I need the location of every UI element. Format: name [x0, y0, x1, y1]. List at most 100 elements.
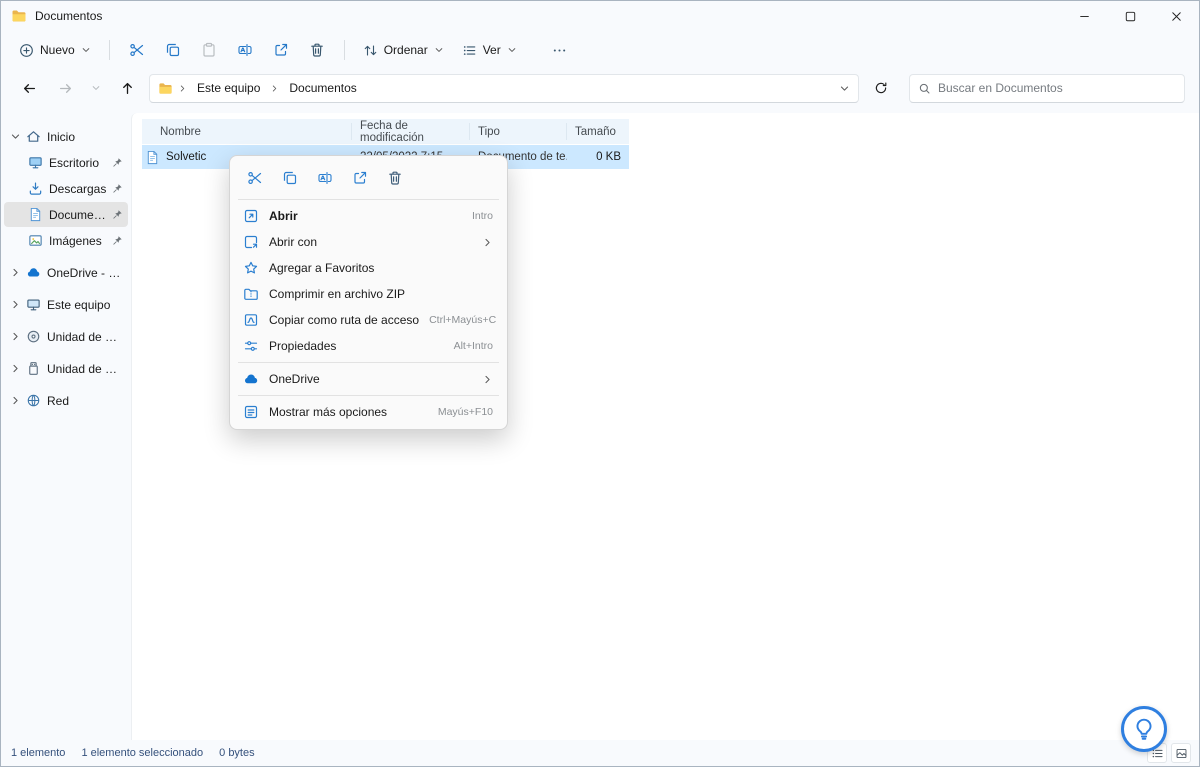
location-icon: [158, 81, 173, 96]
menu-item-label: Abrir: [269, 209, 298, 223]
maximize-button[interactable]: [1107, 1, 1153, 31]
breadcrumb-documentos[interactable]: Documentos: [284, 78, 361, 98]
chevron-right-icon[interactable]: [10, 299, 21, 310]
copy-button[interactable]: [275, 164, 305, 192]
menu-item-mostrar-mas-opciones[interactable]: Mostrar más opciones Mayús+F10: [234, 399, 503, 425]
menu-item-agregar-favoritos[interactable]: Agregar a Favoritos: [234, 255, 503, 281]
chevron-right-icon[interactable]: [10, 267, 21, 278]
cut-icon: [247, 170, 263, 186]
menu-item-label: Comprimir en archivo ZIP: [269, 287, 406, 301]
more-options-icon: [243, 404, 259, 420]
context-menu: Abrir Intro Abrir con Agregar a Favorito…: [229, 155, 508, 430]
forward-button[interactable]: [51, 74, 79, 102]
menu-item-propiedades[interactable]: Propiedades Alt+Intro: [234, 333, 503, 359]
plus-icon: [19, 43, 34, 58]
trash-icon: [309, 42, 325, 58]
chevron-right-icon[interactable]: [10, 331, 21, 342]
text-document-icon: [145, 150, 160, 165]
address-bar[interactable]: Este equipo Documentos: [149, 73, 859, 103]
cut-button[interactable]: [120, 36, 154, 64]
menu-divider: [238, 199, 499, 200]
chevron-down-icon: [507, 45, 517, 55]
sidebar-item-dvd[interactable]: Unidad de DVD (D:): [4, 324, 128, 349]
submenu-chevron-icon: [482, 374, 493, 385]
item-count: 1 elemento: [11, 747, 66, 759]
view-icon: [462, 43, 477, 58]
sidebar-item-label: OneDrive - Personal: [47, 265, 123, 280]
view-button[interactable]: Ver: [454, 38, 525, 63]
menu-item-shortcut: Alt+Intro: [453, 340, 493, 352]
share-button[interactable]: [345, 164, 375, 192]
recent-locations-button[interactable]: [87, 74, 105, 102]
menu-item-label: Abrir con: [269, 235, 318, 249]
column-headers: Nombre Fecha de modificación Tipo Tamaño: [142, 119, 629, 144]
sidebar-item-inicio[interactable]: Inicio: [4, 124, 128, 149]
sidebar-item-label: Unidad de USB (E:): [47, 361, 123, 376]
sidebar-item-usb[interactable]: Unidad de USB (E:): [4, 356, 128, 381]
onedrive-cloud-icon: [243, 371, 259, 387]
breadcrumb-este-equipo[interactable]: Este equipo: [192, 78, 265, 98]
column-header-tipo[interactable]: Tipo: [470, 123, 567, 140]
column-header-nombre[interactable]: Nombre: [142, 123, 352, 140]
desktop-icon: [28, 155, 44, 171]
new-button-label: Nuevo: [40, 43, 75, 57]
menu-item-abrir[interactable]: Abrir Intro: [234, 203, 503, 229]
menu-item-label: Agregar a Favoritos: [269, 261, 375, 275]
copy-button[interactable]: [156, 36, 190, 64]
sidebar-item-documentos[interactable]: Documentos: [4, 202, 128, 227]
sidebar-item-descargas[interactable]: Descargas: [4, 176, 128, 201]
large-icons-view-button[interactable]: [1171, 743, 1191, 763]
sidebar-item-label: Unidad de DVD (D:): [47, 329, 123, 344]
rename-button[interactable]: [228, 36, 262, 64]
column-header-tamano[interactable]: Tamaño: [567, 123, 629, 140]
window-folder-icon: [11, 8, 27, 24]
menu-item-label: Propiedades: [269, 339, 337, 353]
paste-button[interactable]: [192, 36, 226, 64]
new-button[interactable]: Nuevo: [11, 38, 99, 63]
onedrive-cloud-icon: [26, 265, 42, 281]
delete-button[interactable]: [380, 164, 410, 192]
chevron-right-icon: [270, 84, 279, 93]
cut-button[interactable]: [240, 164, 270, 192]
address-dropdown-icon[interactable]: [839, 83, 850, 94]
rename-button[interactable]: [310, 164, 340, 192]
minimize-button[interactable]: [1061, 1, 1107, 31]
menu-item-onedrive[interactable]: OneDrive: [234, 366, 503, 392]
pin-icon: [112, 157, 123, 168]
view-button-label: Ver: [482, 43, 501, 57]
hint-bulb-badge[interactable]: [1121, 706, 1167, 752]
copy-icon: [165, 42, 181, 58]
share-button[interactable]: [264, 36, 298, 64]
sidebar-item-este-equipo[interactable]: Este equipo: [4, 292, 128, 317]
chevron-down-icon: [434, 45, 444, 55]
sidebar-item-escritorio[interactable]: Escritorio: [4, 150, 128, 175]
search-input[interactable]: [938, 81, 1176, 95]
rename-icon: [317, 170, 333, 186]
menu-item-label: Mostrar más opciones: [269, 405, 388, 419]
menu-item-comprimir-zip[interactable]: Comprimir en archivo ZIP: [234, 281, 503, 307]
search-box: [909, 73, 1185, 103]
usb-drive-icon: [26, 361, 42, 377]
sidebar-item-onedrive[interactable]: OneDrive - Personal: [4, 260, 128, 285]
back-button[interactable]: [15, 74, 43, 102]
close-button[interactable]: [1153, 1, 1199, 31]
column-header-fecha[interactable]: Fecha de modificación: [352, 120, 470, 144]
selected-count: 1 elemento seleccionado: [81, 747, 204, 759]
sort-button[interactable]: Ordenar: [355, 38, 452, 63]
refresh-button[interactable]: [867, 74, 895, 102]
this-pc-icon: [26, 297, 42, 313]
delete-button[interactable]: [300, 36, 334, 64]
up-button[interactable]: [113, 74, 141, 102]
chevron-down-icon[interactable]: [10, 131, 21, 142]
lightbulb-icon: [1132, 717, 1156, 741]
menu-item-abrir-con[interactable]: Abrir con: [234, 229, 503, 255]
menu-item-copiar-ruta[interactable]: Copiar como ruta de acceso Ctrl+Mayús+C: [234, 307, 503, 333]
sidebar-item-label: Este equipo: [47, 297, 111, 312]
chevron-right-icon[interactable]: [10, 395, 21, 406]
sidebar-item-red[interactable]: Red: [4, 388, 128, 413]
more-commands-button[interactable]: [543, 36, 577, 64]
star-icon: [243, 260, 259, 276]
chevron-right-icon[interactable]: [10, 363, 21, 374]
sidebar-item-label: Descargas: [49, 181, 107, 196]
sidebar-item-imagenes[interactable]: Imágenes: [4, 228, 128, 253]
